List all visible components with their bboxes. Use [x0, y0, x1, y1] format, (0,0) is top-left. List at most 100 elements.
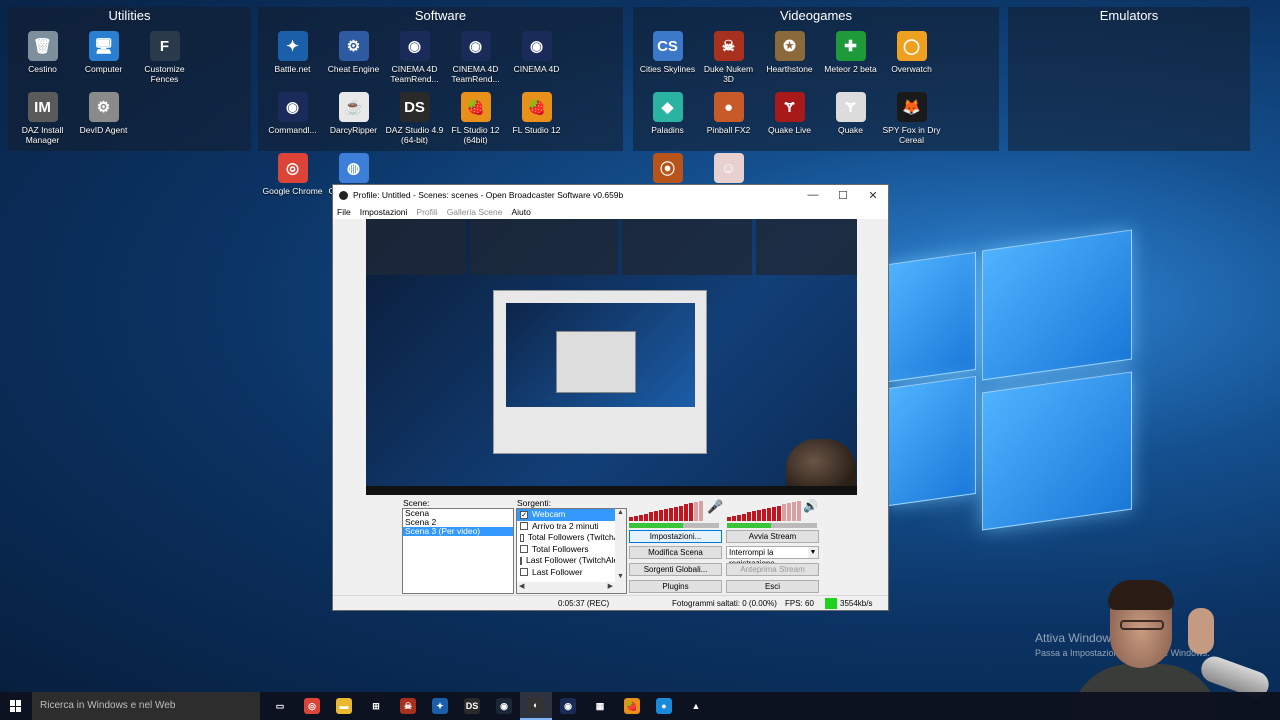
desktop-icon-fl-studio[interactable]: 🍓 FL Studio 12	[506, 90, 567, 151]
speaker-icon[interactable]: 🔊	[803, 499, 818, 515]
menu-profili[interactable]: Profili	[416, 207, 437, 217]
taskbar-app-file-explorer[interactable]: ▬	[328, 692, 360, 720]
taskbar-app-battle-net[interactable]: ✦	[424, 692, 456, 720]
desktop-icon-meteor-2[interactable]: ✚ Meteor 2 beta	[820, 29, 881, 90]
menu-galleria-scene[interactable]: Galleria Scene	[447, 207, 503, 217]
source-item[interactable]: Total Followers	[517, 544, 626, 556]
scene-item[interactable]: Scena 3 (Per video)	[403, 527, 513, 536]
taskbar-app-task-view[interactable]: ▭	[264, 692, 296, 720]
source-item[interactable]: Total Followers (TwitchAle	[517, 532, 626, 544]
desktop-volume-meter	[727, 501, 802, 521]
source-checkbox[interactable]: ✓	[520, 510, 528, 519]
scroll-up-icon[interactable]: ▲	[615, 509, 626, 516]
source-label: Arrivo tra 2 minuti	[532, 520, 599, 531]
bitrate: 3554kb/s	[840, 599, 873, 608]
desktop-icon-spy-fox[interactable]: 🦊 SPY Fox in Dry Cereal	[881, 90, 942, 151]
taskbar-app-obs[interactable]: ◐	[520, 692, 552, 720]
desktop-icon-daz-install-manager[interactable]: IM DAZ Install Manager	[12, 90, 73, 151]
source-item[interactable]: Last Follower	[517, 567, 626, 579]
desktop-icon-battle-net[interactable]: ✦ Battle.net	[262, 29, 323, 90]
preview-stream-button[interactable]: Anteprima Stream	[726, 563, 819, 576]
exit-button[interactable]: Esci	[726, 580, 819, 593]
obs-icon: ◐	[528, 697, 544, 713]
maximize-button[interactable]: ☐	[828, 189, 858, 202]
steam-icon: ◉	[496, 698, 512, 714]
meter-bar	[767, 508, 771, 521]
close-button[interactable]: ✕	[858, 189, 888, 202]
desktop-icon-overwatch[interactable]: ◯ Overwatch	[881, 29, 942, 90]
stop-recording-dropdown[interactable]: Interrompi la registrazione ▼	[726, 546, 819, 568]
meter-bar	[634, 516, 638, 521]
desktop-icon-paladins[interactable]: ◆ Paladins	[637, 90, 698, 151]
desktop-icon-daz-studio[interactable]: DS DAZ Studio 4.9 (64-bit)	[384, 90, 445, 151]
menu-impostazioni[interactable]: Impostazioni	[360, 207, 408, 217]
settings-button[interactable]: Impostazioni...	[629, 530, 722, 543]
meter-bar	[727, 517, 731, 521]
microphone-icon[interactable]: 🎤	[707, 499, 723, 515]
taskbar-search[interactable]: Ricerca in Windows e nel Web	[32, 692, 260, 720]
scroll-down-icon[interactable]: ▼	[615, 573, 626, 580]
source-checkbox[interactable]	[520, 545, 528, 554]
sources-horizontal-scrollbar[interactable]: ◀ ▶	[517, 582, 626, 593]
start-button[interactable]	[0, 692, 32, 720]
desktop-icon-hearthstone[interactable]: ✪ Hearthstone	[759, 29, 820, 90]
desktop-icon-quake-live[interactable]: Ɏ Quake Live	[759, 90, 820, 151]
edit-scene-button[interactable]: Modifica Scena	[629, 546, 722, 559]
taskbar-app-film-editor[interactable]: ▦	[584, 692, 616, 720]
taskbar-app-messenger[interactable]: ●	[648, 692, 680, 720]
source-label: Last Follower (TwitchAlerts	[526, 555, 627, 565]
start-stream-button[interactable]: Avvia Stream	[726, 530, 819, 543]
taskbar-app-chrome[interactable]: ◎	[296, 692, 328, 720]
desktop-icon-darcyripper[interactable]: ☕ DarcyRipper	[323, 90, 384, 151]
desktop-icon-fl-studio-64[interactable]: 🍓 FL Studio 12 (64bit)	[445, 90, 506, 151]
minimize-button[interactable]: —	[798, 189, 828, 202]
desktop-icon-cestino[interactable]: 🗑 Cestino	[12, 29, 73, 90]
sources-vertical-scrollbar[interactable]: ▲ ▼	[615, 509, 626, 582]
scroll-right-icon[interactable]: ▶	[608, 582, 613, 593]
desktop-icon-cities-skylines[interactable]: CS Cities Skylines	[637, 29, 698, 90]
menu-aiuto[interactable]: Aiuto	[511, 207, 530, 217]
taskbar-app-cinema4d[interactable]: ◉	[552, 692, 584, 720]
meter-bar	[792, 502, 796, 521]
film-icon: ▦	[595, 700, 605, 711]
desktop-icon-duke-nukem[interactable]: ☠ Duke Nukem 3D	[698, 29, 759, 90]
desktop-icon-label: FL Studio 12 (64bit)	[451, 125, 500, 145]
taskbar-app-daz-studio[interactable]: DS	[456, 692, 488, 720]
source-item[interactable]: Arrivo tra 2 minuti	[517, 521, 626, 533]
sources-list[interactable]: ✓ Webcam Arrivo tra 2 minuti Total Follower…	[516, 508, 627, 594]
desktop-icon-commandline[interactable]: ◉ Commandl...	[262, 90, 323, 151]
source-checkbox[interactable]	[520, 568, 528, 577]
source-checkbox[interactable]	[520, 533, 524, 542]
chevron-down-icon[interactable]: ▼	[808, 547, 818, 558]
desktop-icon-cheat-engine[interactable]: ⚙ Cheat Engine	[323, 29, 384, 90]
source-checkbox[interactable]	[520, 522, 528, 531]
desktop-icon-pinball-fx2[interactable]: ● Pinball FX2	[698, 90, 759, 151]
desktop-icon-cinema4d-teamrender-2[interactable]: ◉ CINEMA 4D TeamRend...	[445, 29, 506, 90]
desktop-icon-cinema4d-teamrender-1[interactable]: ◉ CINEMA 4D TeamRend...	[384, 29, 445, 90]
desktop-icon-google-chrome[interactable]: ◎ Google Chrome	[262, 151, 323, 212]
plugins-button[interactable]: Plugins	[629, 580, 722, 593]
taskbar-app-fl-studio[interactable]: 🍓	[616, 692, 648, 720]
taskbar-app-steam[interactable]: ◉	[488, 692, 520, 720]
source-label: Total Followers (TwitchAle	[527, 532, 626, 542]
source-item[interactable]: Last Follower (TwitchAlerts	[517, 555, 626, 567]
title-bar[interactable]: Profile: Untitled - Scenes: scenes - Ope…	[333, 185, 888, 205]
menu-file[interactable]: File	[337, 207, 351, 217]
desktop-icon-label: DAZ Install Manager	[21, 125, 64, 145]
source-item[interactable]: ✓ Webcam	[517, 509, 626, 521]
desktop-icon-quake[interactable]: Ɏ Quake	[820, 90, 881, 151]
desktop-icon-devid-agent[interactable]: ⚙ DevID Agent	[73, 90, 134, 151]
scenes-list[interactable]: Scena Scena 2 Scena 3 (Per video)	[402, 508, 514, 594]
daz-studio-icon: DS	[464, 698, 480, 714]
global-sources-button[interactable]: Sorgenti Globali...	[629, 563, 722, 576]
desktop-icon-cinema4d[interactable]: ◉ CINEMA 4D	[506, 29, 567, 90]
desktop-icon-label: CINEMA 4D TeamRend...	[451, 64, 500, 84]
scroll-left-icon[interactable]: ◀	[519, 582, 524, 593]
taskbar-app-photos[interactable]: ▲	[680, 692, 712, 720]
source-checkbox[interactable]	[520, 556, 522, 565]
desktop-icon-customize-fences[interactable]: F Customize Fences	[134, 29, 195, 90]
taskbar-app-store[interactable]: ⊞	[360, 692, 392, 720]
meter-bar	[654, 511, 658, 521]
taskbar-app-duke-nukem[interactable]: ☠	[392, 692, 424, 720]
desktop-icon-computer[interactable]: 🖥 Computer	[73, 29, 134, 90]
